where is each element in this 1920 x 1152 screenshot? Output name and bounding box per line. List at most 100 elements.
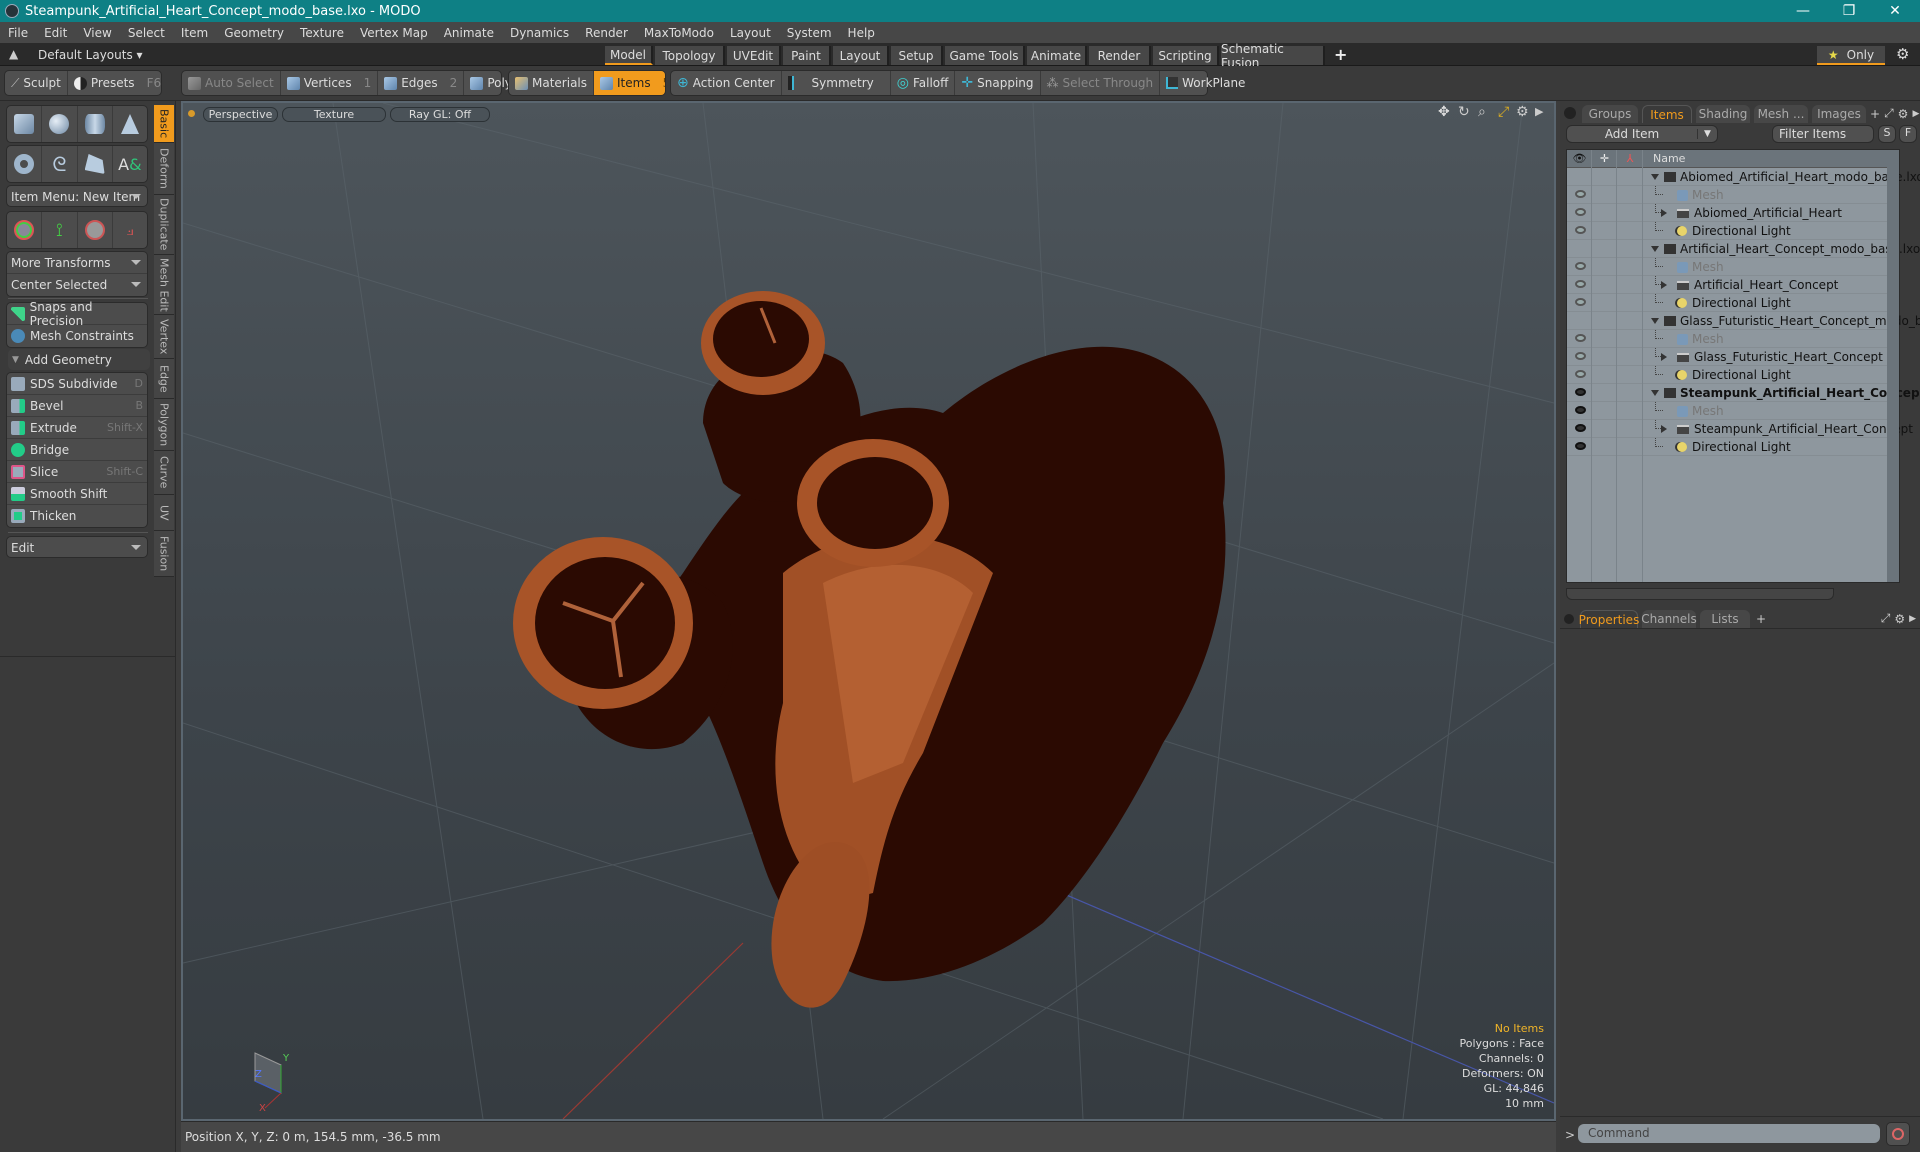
expand-triangle-icon[interactable] [1661,209,1667,217]
add-item-dropdown[interactable]: Add Item ▼ [1566,125,1718,143]
visibility-eye-icon[interactable] [1575,388,1586,396]
only-toggle[interactable]: ★ Only [1817,46,1885,65]
vtab-deform[interactable]: Deform [154,143,174,195]
tab-layout[interactable]: Layout [833,46,889,65]
rotate-button[interactable] [78,212,113,248]
pan-icon[interactable]: ✥ [1438,104,1450,120]
visibility-eye-icon[interactable] [1575,352,1586,360]
visibility-eye-icon[interactable] [1575,190,1586,198]
cone-primitive-button[interactable] [113,106,147,142]
collapse-arrow-icon[interactable]: ▲ [9,47,18,61]
vtab-mesh-edit[interactable]: Mesh Edit [154,255,174,315]
pen-tool-button[interactable] [78,146,113,182]
tab-topology[interactable]: Topology [655,46,725,65]
transform-button[interactable] [7,212,43,248]
visibility-eye-icon[interactable] [1575,442,1586,450]
menu-layout[interactable]: Layout [722,26,779,40]
menu-file[interactable]: File [0,26,36,40]
visibility-column-icon[interactable]: 👁 [1567,152,1592,165]
visibility-eye-icon[interactable] [1575,280,1586,288]
shading-mode-button[interactable]: Texture [282,107,386,122]
restore-button[interactable]: ❐ [1826,0,1872,22]
tab-groups[interactable]: Groups [1582,105,1638,123]
lock-column-icon[interactable]: ✛ [1592,152,1617,165]
edit-dropdown[interactable]: Edit [6,536,148,558]
menu-render[interactable]: Render [577,26,636,40]
center-selected-dropdown[interactable]: Center Selected [7,274,147,296]
viewport-settings-icon[interactable]: ⚙ [1516,104,1529,120]
sphere-primitive-button[interactable] [42,106,78,142]
add-tab-icon[interactable]: + [1870,107,1880,121]
vertices-button[interactable]: Vertices 1 [281,71,379,95]
f-filter-button[interactable]: F [1899,125,1917,143]
add-geometry-header[interactable]: ▼ Add Geometry [8,349,150,370]
items-button[interactable]: Items 5 [594,71,665,95]
panel-menu-dot-icon[interactable] [1564,107,1576,119]
thicken-button[interactable]: Thicken [7,505,147,527]
panel-menu-dot-icon[interactable] [1564,614,1574,624]
sculpt-button[interactable]: ⟋ Sculpt [5,71,68,95]
sds-subdivide-button[interactable]: SDS Subdivide D [7,373,147,395]
vtab-vertex[interactable]: Vertex [154,315,174,359]
add-tab-icon[interactable]: + [1334,45,1347,64]
expand-triangle-icon[interactable] [1661,281,1667,289]
tab-setup[interactable]: Setup [891,46,943,65]
raygl-button[interactable]: Ray GL: Off [390,107,490,122]
horizontal-scrollbar[interactable] [1566,588,1834,600]
workplane-button[interactable]: WorkPlane [1160,71,1251,95]
spiral-primitive-button[interactable]: ᘓ [42,146,78,182]
maximize-view-icon[interactable]: ⤢ [1498,104,1509,120]
cube-primitive-button[interactable] [7,106,43,142]
falloff-button[interactable]: ◎ Falloff [891,71,956,95]
menu-vertex-map[interactable]: Vertex Map [352,26,436,40]
view-type-button[interactable]: Perspective [203,107,278,122]
smooth-shift-button[interactable]: Smooth Shift [7,483,147,505]
visibility-eye-icon[interactable] [1575,424,1586,432]
3d-viewport[interactable]: Y Z X Perspective Texture Ray GL: Off ✥ … [181,101,1556,1121]
panel-maximize-icon[interactable]: ⤢ [1884,106,1894,121]
tab-animate[interactable]: Animate [1027,46,1087,65]
presets-button[interactable]: Presets F6 [68,71,167,95]
axis-column-icon[interactable]: ⅄ [1617,152,1643,165]
name-column-header[interactable]: Name [1653,152,1685,165]
auto-select-button[interactable]: Auto Select [182,71,281,95]
edges-button[interactable]: Edges 2 [378,71,465,95]
menu-texture[interactable]: Texture [292,26,352,40]
panel-settings-icon[interactable]: ⚙ [1894,612,1905,626]
materials-button[interactable]: Materials [509,71,595,95]
mesh-constraints-button[interactable]: Mesh Constraints [7,325,147,347]
expand-triangle-icon[interactable] [1651,246,1659,252]
tab-schematic-fusion[interactable]: Schematic Fusion [1221,42,1325,70]
tab-model[interactable]: Model [605,46,653,65]
torus-primitive-button[interactable] [7,146,43,182]
visibility-eye-icon[interactable] [1575,406,1586,414]
menu-geometry[interactable]: Geometry [216,26,292,40]
symmetry-button[interactable]: Symmetry [782,71,891,95]
action-center-button[interactable]: ⊕ Action Center [671,71,782,95]
vtab-curve[interactable]: Curve [154,451,174,495]
slice-button[interactable]: Slice Shift-C [7,461,147,483]
select-through-button[interactable]: ⁂ Select Through [1041,71,1161,95]
expand-triangle-icon[interactable] [1661,425,1667,433]
s-filter-button[interactable]: S [1878,125,1896,143]
tab-items[interactable]: Items [1642,105,1692,123]
tab-uvedit[interactable]: UVEdit [727,46,781,65]
visibility-eye-icon[interactable] [1575,298,1586,306]
bridge-button[interactable]: Bridge [7,439,147,461]
more-transforms-dropdown[interactable]: More Transforms [7,252,147,274]
default-layouts-dropdown[interactable]: Default Layouts ▾ [38,48,143,62]
visibility-eye-icon[interactable] [1575,370,1586,378]
panel-expand-icon[interactable]: ▶ [1912,109,1919,119]
add-tab-icon[interactable]: + [1756,612,1766,626]
tab-paint[interactable]: Paint [783,46,831,65]
rotate-view-icon[interactable]: ↻ [1458,104,1470,120]
menu-item[interactable]: Item [173,26,216,40]
vtab-uv[interactable]: UV [154,495,174,531]
expand-triangle-icon[interactable] [1661,353,1667,361]
panel-maximize-icon[interactable]: ⤢ [1881,611,1891,626]
panel-settings-icon[interactable]: ⚙ [1898,107,1909,121]
item-menu-dropdown[interactable]: Item Menu: New Item [6,185,148,207]
menu-system[interactable]: System [779,26,840,40]
tab-channels[interactable]: Channels [1641,610,1697,628]
zoom-view-icon[interactable]: ⌕ [1478,104,1486,120]
